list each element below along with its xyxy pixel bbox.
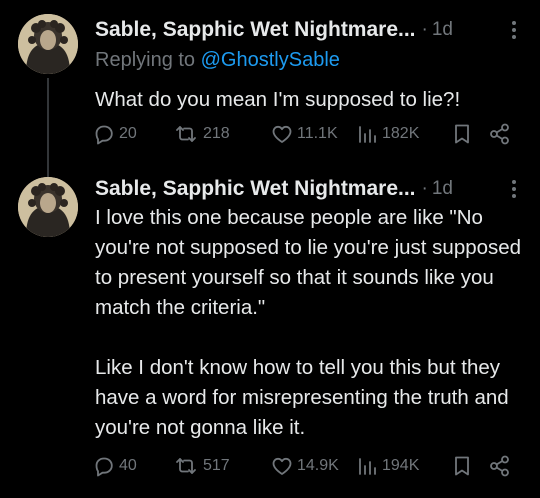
tweet-paragraph: I love this one because people are like … <box>95 206 522 319</box>
like-count: 11.1K <box>297 125 338 142</box>
share-button[interactable] <box>487 120 513 148</box>
author-name[interactable]: Sable, Sapphic Wet Nightmare... <box>95 177 416 201</box>
tweet-paragraph: What do you mean I'm supposed to lie?! <box>95 88 461 111</box>
separator-dot: · <box>421 178 428 199</box>
reply-count: 20 <box>119 125 137 142</box>
views-button[interactable]: 182K <box>357 120 419 148</box>
tweet-actions: 40 517 14.9K 194K <box>92 452 522 480</box>
author-name[interactable]: Sable, Sapphic Wet Nightmare... <box>95 18 416 42</box>
more-icon[interactable] <box>504 18 524 42</box>
like-button[interactable]: 11.1K <box>270 120 338 148</box>
timestamp[interactable]: 1d <box>432 178 453 200</box>
tweet-header: Sable, Sapphic Wet Nightmare... · 1d <box>95 16 526 44</box>
views-button[interactable]: 194K <box>357 452 419 480</box>
repost-count: 218 <box>203 125 230 142</box>
tweet-actions: 20 218 11.1K 182K <box>92 120 522 148</box>
reply-count: 40 <box>119 457 137 474</box>
reply-icon <box>95 125 113 145</box>
replying-to-handle[interactable]: @GhostlySable <box>201 49 340 71</box>
repost-button[interactable]: 218 <box>172 120 230 148</box>
repost-count: 517 <box>203 457 230 474</box>
repost-icon <box>176 458 196 474</box>
tweet-text: What do you mean I'm supposed to lie?! <box>95 85 525 115</box>
views-count: 182K <box>382 125 420 142</box>
views-count: 194K <box>382 457 420 474</box>
tweet-paragraph: Like I don't know how to tell you this b… <box>95 356 509 439</box>
views-icon <box>359 458 376 475</box>
like-count: 14.9K <box>297 457 339 474</box>
reply-button[interactable]: 20 <box>92 120 137 148</box>
replying-to: Replying to @GhostlySable <box>95 49 340 72</box>
bookmark-icon <box>455 124 469 144</box>
bookmark-button[interactable] <box>450 120 474 148</box>
bookmark-icon <box>455 456 469 476</box>
tweet-thread: Sable, Sapphic Wet Nightmare... · 1d Rep… <box>0 0 540 498</box>
tweet-text: I love this one because people are like … <box>95 203 525 443</box>
separator-dot: · <box>421 19 428 40</box>
heart-icon <box>272 125 292 143</box>
bookmark-button[interactable] <box>450 452 474 480</box>
reply-icon <box>95 457 113 477</box>
tweet[interactable]: Sable, Sapphic Wet Nightmare... · 1d Rep… <box>0 0 540 165</box>
repost-icon <box>176 126 196 142</box>
tweet[interactable]: Sable, Sapphic Wet Nightmare... · 1d I l… <box>0 165 540 498</box>
like-button[interactable]: 14.9K <box>270 452 339 480</box>
share-button[interactable] <box>487 452 513 480</box>
avatar[interactable] <box>18 14 78 74</box>
views-icon <box>359 126 376 143</box>
tweet-header: Sable, Sapphic Wet Nightmare... · 1d <box>95 175 526 203</box>
share-icon <box>490 123 509 145</box>
replying-to-label: Replying to <box>95 49 196 71</box>
more-icon[interactable] <box>504 177 524 201</box>
share-icon <box>490 455 509 477</box>
avatar[interactable] <box>18 177 78 237</box>
repost-button[interactable]: 517 <box>172 452 230 480</box>
timestamp[interactable]: 1d <box>432 19 453 41</box>
heart-icon <box>272 457 292 475</box>
reply-button[interactable]: 40 <box>92 452 137 480</box>
